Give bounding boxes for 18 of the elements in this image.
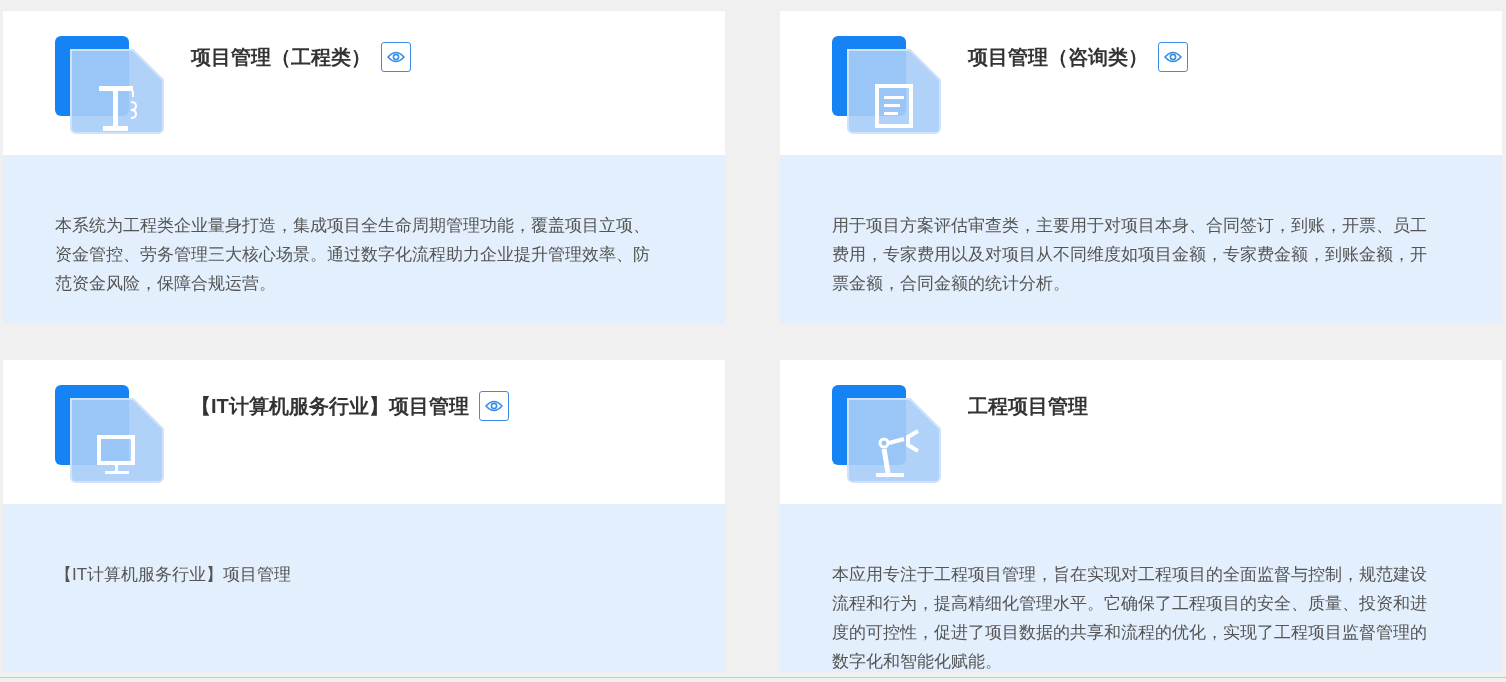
preview-button[interactable] <box>478 391 509 421</box>
document-icon <box>875 84 913 128</box>
card-description: 【IT计算机服务行业】项目管理 <box>55 564 293 586</box>
card-description: 本应用专注于工程项目管理，旨在实现对工程项目的全面监督与控制，规范建设流程和行为，提高精细化管理水平。它确保了工程项目的安全、质量、投资和进度的可控性，促进了项目数据的共享和流程的优化，实现了工程项目监督管理的数字化和智能化赋能。 <box>832 564 1428 673</box>
monitor-icon <box>97 435 135 474</box>
card-title: 【IT计算机服务行业】项目管理 <box>191 394 469 419</box>
card-title: 项目管理（工程类） <box>191 45 371 70</box>
eye-icon <box>387 51 405 63</box>
eye-icon <box>1164 51 1182 63</box>
card-description: 本系统为工程类企业量身打造，集成项目全生命周期管理功能，覆盖项目立项、资金管控、劳务管理三大核心场景。通过数字化流程助力企业提升管理效率、防范资金风险，保障合规运营。 <box>55 215 651 295</box>
robot-arm-icon <box>876 429 920 477</box>
card-description: 用于项目方案评估审查类，主要用于对项目本身、合同签订，到账，开票、员工费用，专家费用以及对项目从不同维度如项目金额，专家费金额，到账金额，开票金额，合同金额的统计分析。 <box>832 215 1428 295</box>
eye-icon <box>484 400 503 412</box>
card-title: 工程项目管理 <box>968 394 1088 419</box>
preview-button[interactable] <box>381 42 411 72</box>
crane-icon <box>99 86 137 131</box>
preview-button[interactable] <box>1158 42 1188 72</box>
card-title: 项目管理（咨询类） <box>968 45 1148 70</box>
